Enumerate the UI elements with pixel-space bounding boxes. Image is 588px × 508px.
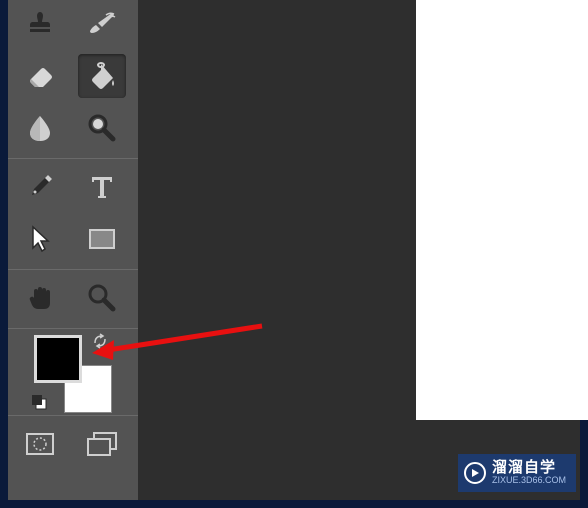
type-tool[interactable] <box>78 165 126 209</box>
zoom-tool[interactable] <box>78 276 126 320</box>
quick-mask-mode[interactable] <box>16 422 64 466</box>
tools-panel <box>8 0 138 500</box>
eraser-tool[interactable] <box>16 54 64 98</box>
eraser-icon <box>25 63 55 89</box>
pen-icon <box>26 172 54 202</box>
rectangle-icon <box>87 227 117 251</box>
type-icon <box>89 173 115 201</box>
zoom-icon <box>87 283 117 313</box>
history-brush-tool[interactable] <box>78 2 126 46</box>
default-colors-icon[interactable] <box>30 393 48 411</box>
canvas-area[interactable] <box>416 0 588 420</box>
watermark-url: ZIXUE.3D66.COM <box>492 476 566 486</box>
quickmask-icon <box>25 432 55 456</box>
watermark: 溜溜自学 ZIXUE.3D66.COM <box>458 454 576 492</box>
arrow-cursor-icon <box>28 224 52 254</box>
watermark-logo-icon <box>464 462 486 484</box>
rectangle-tool[interactable] <box>78 217 126 261</box>
stamp-icon <box>25 9 55 39</box>
paint-bucket-tool[interactable] <box>78 54 126 98</box>
pen-tool[interactable] <box>16 165 64 209</box>
hand-icon <box>26 283 54 313</box>
hand-tool[interactable] <box>16 276 64 320</box>
dodge-tool[interactable] <box>78 106 126 150</box>
path-selection-tool[interactable] <box>16 217 64 261</box>
blur-tool[interactable] <box>16 106 64 150</box>
dodge-icon <box>87 113 117 143</box>
swap-colors-icon[interactable] <box>92 333 108 349</box>
screenmode-icon <box>86 431 118 457</box>
workspace <box>8 0 580 500</box>
foreground-color-swatch[interactable] <box>34 335 82 383</box>
stamp-tool[interactable] <box>16 2 64 46</box>
color-swatches <box>16 335 130 413</box>
screen-mode[interactable] <box>78 422 126 466</box>
watermark-title: 溜溜自学 <box>492 460 566 477</box>
blur-icon <box>28 113 52 143</box>
history-brush-icon <box>86 9 118 39</box>
paint-bucket-icon <box>87 60 117 92</box>
